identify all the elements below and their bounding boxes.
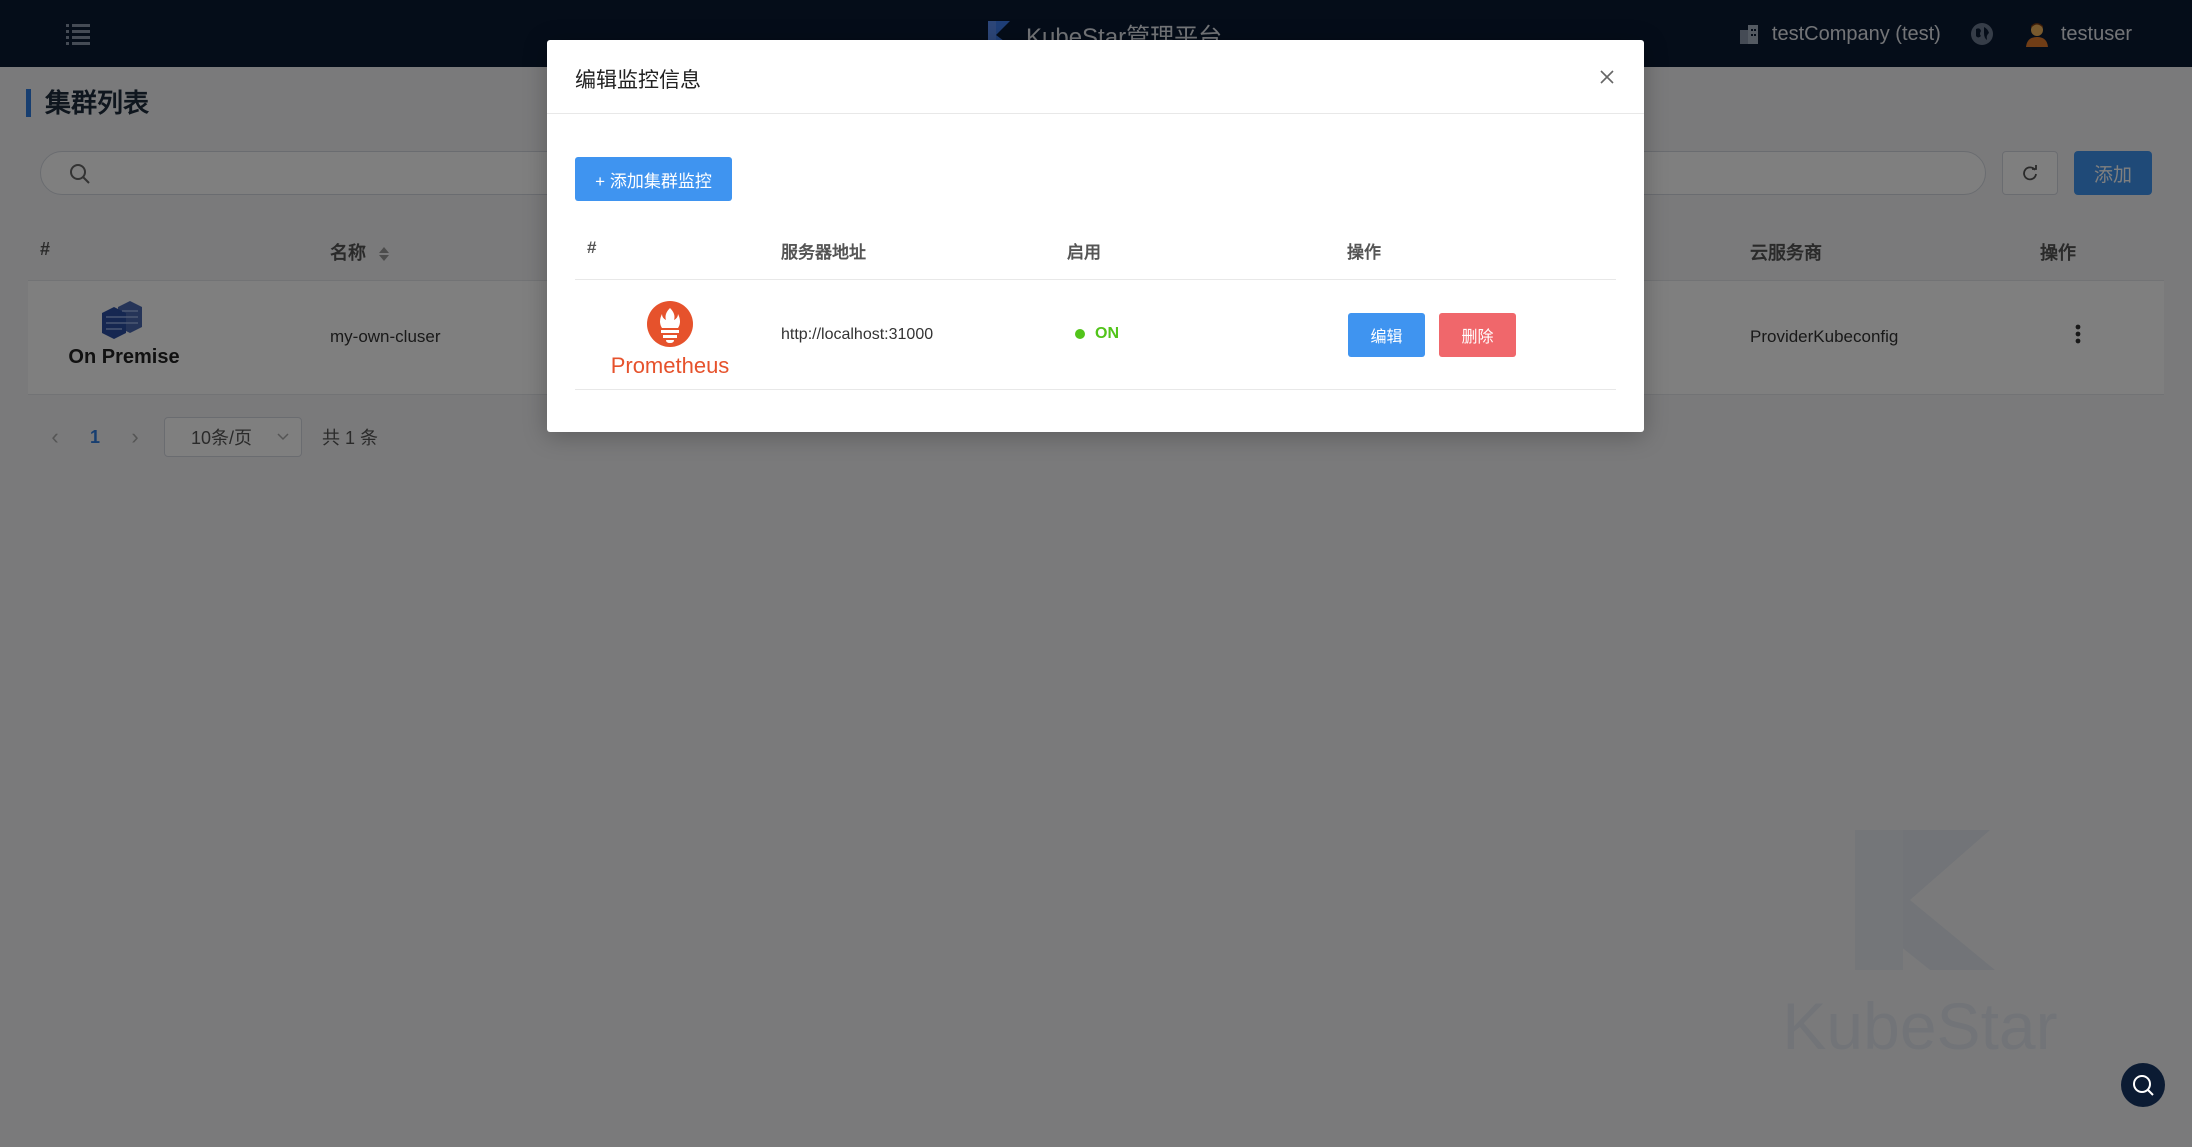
prometheus-label: Prometheus	[610, 353, 730, 378]
table-row: Prometheus http://localhost:31000 ON 编辑 …	[575, 280, 1616, 390]
column-index: #	[587, 238, 597, 257]
status-dot-icon	[1075, 329, 1085, 339]
column-enabled: 启用	[1067, 243, 1101, 262]
help-search-icon	[2133, 1075, 2154, 1096]
prometheus-logo: Prometheus	[605, 300, 735, 378]
status-text: ON	[1095, 325, 1119, 342]
edit-button[interactable]: 编辑	[1348, 313, 1425, 357]
dialog-title: 编辑监控信息	[575, 69, 701, 92]
column-actions: 操作	[1347, 243, 1381, 262]
close-icon[interactable]	[1592, 62, 1622, 92]
monitor-table: # 服务器地址 启用 操作 Prometheus http://localhos…	[575, 218, 1616, 390]
help-search-button[interactable]	[2121, 1063, 2165, 1107]
add-cluster-monitor-button[interactable]: + 添加集群监控	[575, 157, 732, 201]
status-badge: ON	[1075, 325, 1119, 343]
server-address: http://localhost:31000	[781, 326, 934, 343]
delete-button[interactable]: 删除	[1439, 313, 1516, 357]
column-server-address: 服务器地址	[781, 243, 866, 262]
edit-monitor-dialog: 编辑监控信息 + 添加集群监控 # 服务器地址 启用 操作 Prometheus	[547, 40, 1644, 432]
monitor-table-header: # 服务器地址 启用 操作	[575, 218, 1616, 280]
